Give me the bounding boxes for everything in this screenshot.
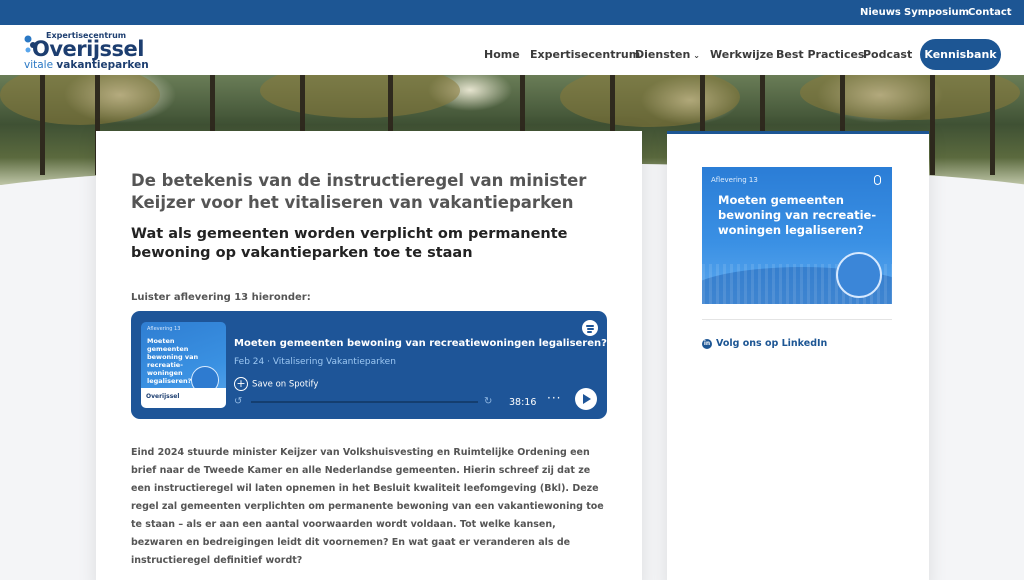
sidebar: Aflevering 13 Moeten gemeenten bewoning … <box>667 131 929 580</box>
nav-link-contact[interactable]: Contact <box>968 7 1012 18</box>
cover-episode-label: Aflevering 13 <box>147 326 181 332</box>
site-logo[interactable]: Expertisecentrum Overijssel vitale vakan… <box>24 29 149 71</box>
article-intro: Eind 2024 stuurde minister Keijzer van V… <box>131 447 604 566</box>
spotify-player: Aflevering 13 Moeten gemeenten bewoning … <box>131 311 607 419</box>
logo-line-3: vitale vakantieparken <box>24 59 149 71</box>
nav-link-nieuws[interactable]: Nieuws <box>860 7 901 18</box>
nav-item-best-practices[interactable]: Best Practices <box>776 48 864 61</box>
nav-item-werkwijze[interactable]: Werkwijze <box>710 48 774 61</box>
linkedin-link[interactable]: in Volg ons op LinkedIn <box>702 338 827 349</box>
chevron-down-icon: ⌄ <box>693 51 700 60</box>
episode-cover[interactable]: Aflevering 13 Moeten gemeenten bewoning … <box>141 322 226 408</box>
nav-item-diensten[interactable]: Diensten ⌄ <box>635 48 700 61</box>
article-card: De betekenis van de instructieregel van … <box>96 131 642 580</box>
nav-link-symposium[interactable]: Symposium <box>904 7 969 18</box>
promo-episode-label: Aflevering 13 <box>711 176 758 184</box>
nav-item-expertisecentrum[interactable]: Expertisecentrum <box>530 48 640 61</box>
play-button[interactable] <box>575 388 597 410</box>
microphone-icon <box>874 175 881 185</box>
linkedin-icon: in <box>702 339 712 349</box>
progress-bar[interactable] <box>251 401 478 403</box>
rewind-15-icon[interactable]: ↺ <box>234 396 242 407</box>
save-on-spotify-button[interactable]: + Save on Spotify <box>234 377 318 391</box>
article-title: De betekenis van de instructieregel van … <box>131 171 587 212</box>
listen-label: Luister aflevering 13 hieronder: <box>131 292 311 303</box>
nav-item-home[interactable]: Home <box>484 48 520 61</box>
more-options-icon[interactable]: ··· <box>547 391 561 405</box>
top-utility-bar: Nieuws Symposium Contact <box>0 0 1024 25</box>
house-check-icon <box>836 252 882 298</box>
article-subtitle: Wat als gemeenten worden verplicht om pe… <box>131 226 568 261</box>
forward-15-icon[interactable]: ↻ <box>484 396 492 407</box>
plus-circle-icon: + <box>234 377 248 391</box>
promo-title: Moeten gemeenten bewoning van recreatie-… <box>718 193 877 237</box>
play-icon <box>583 394 591 404</box>
sidebar-divider <box>702 319 892 320</box>
podcast-promo-banner[interactable]: Aflevering 13 Moeten gemeenten bewoning … <box>702 167 892 304</box>
episode-meta[interactable]: Feb 24 · Vitalisering Vakantieparken <box>234 357 396 367</box>
duration-label: 38:16 <box>509 397 537 408</box>
episode-title[interactable]: Moeten gemeenten bewoning van recreatiew… <box>234 338 607 349</box>
nav-item-podcast[interactable]: Podcast <box>863 48 912 61</box>
spotify-icon[interactable] <box>582 320 598 336</box>
site-header: Expertisecentrum Overijssel vitale vakan… <box>0 25 1024 75</box>
logo-line-2: Overijssel <box>32 37 144 61</box>
cover-logo: Overijssel <box>146 393 180 400</box>
kennisbank-button[interactable]: Kennisbank <box>920 39 1001 70</box>
